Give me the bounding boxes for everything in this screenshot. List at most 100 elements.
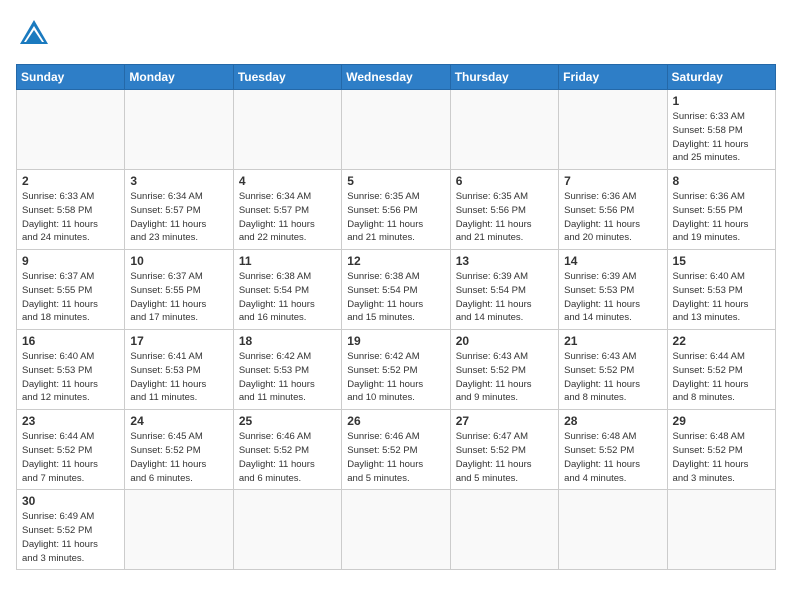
calendar-cell: 6 Sunrise: 6:35 AM Sunset: 5:56 PM Daylig…: [450, 170, 558, 250]
day-number: 25: [239, 414, 336, 428]
calendar-cell: 29 Sunrise: 6:48 AM Sunset: 5:52 PM Dayli…: [667, 410, 775, 490]
calendar-cell: 21 Sunrise: 6:43 AM Sunset: 5:52 PM Dayli…: [559, 330, 667, 410]
calendar-cell: 28Sunrise: 6:48 AM Sunset: 5:52 PM Dayli…: [559, 410, 667, 490]
day-number: 29: [673, 414, 770, 428]
calendar-cell: 2 Sunrise: 6:33 AM Sunset: 5:58 PM Daylig…: [17, 170, 125, 250]
day-info: Sunrise: 6:48 AM Sunset: 5:52 PM Dayligh…: [673, 430, 770, 485]
calendar-cell: [233, 90, 341, 170]
day-info: Sunrise: 6:43 AM Sunset: 5:52 PM Dayligh…: [456, 350, 553, 405]
calendar-cell: 4Sunrise: 6:34 AM Sunset: 5:57 PM Daylig…: [233, 170, 341, 250]
day-info: Sunrise: 6:46 AM Sunset: 5:52 PM Dayligh…: [239, 430, 336, 485]
day-info: Sunrise: 6:40 AM Sunset: 5:53 PM Dayligh…: [22, 350, 119, 405]
weekday-header-thursday: Thursday: [450, 65, 558, 90]
day-number: 16: [22, 334, 119, 348]
day-number: 18: [239, 334, 336, 348]
calendar-cell: 30 Sunrise: 6:49 AM Sunset: 5:52 PM Dayli…: [17, 490, 125, 570]
day-info: Sunrise: 6:36 AM Sunset: 5:55 PM Dayligh…: [673, 190, 770, 245]
day-info: Sunrise: 6:46 AM Sunset: 5:52 PM Dayligh…: [347, 430, 444, 485]
calendar-cell: [125, 490, 233, 570]
day-number: 21: [564, 334, 661, 348]
day-number: 12: [347, 254, 444, 268]
day-info: Sunrise: 6:40 AM Sunset: 5:53 PM Dayligh…: [673, 270, 770, 325]
day-number: 2: [22, 174, 119, 188]
day-info: Sunrise: 6:45 AM Sunset: 5:52 PM Dayligh…: [130, 430, 227, 485]
weekday-header-monday: Monday: [125, 65, 233, 90]
calendar-cell: 1 Sunrise: 6:33 AM Sunset: 5:58 PM Daylig…: [667, 90, 775, 170]
calendar-week-2: 9 Sunrise: 6:37 AM Sunset: 5:55 PM Daylig…: [17, 250, 776, 330]
day-number: 6: [456, 174, 553, 188]
day-info: Sunrise: 6:33 AM Sunset: 5:58 PM Dayligh…: [22, 190, 119, 245]
page-header: [16, 16, 776, 52]
calendar-cell: 12 Sunrise: 6:38 AM Sunset: 5:54 PM Dayli…: [342, 250, 450, 330]
calendar-cell: 14Sunrise: 6:39 AM Sunset: 5:53 PM Dayli…: [559, 250, 667, 330]
logo: [16, 16, 58, 52]
calendar-cell: 13 Sunrise: 6:39 AM Sunset: 5:54 PM Dayli…: [450, 250, 558, 330]
day-info: Sunrise: 6:47 AM Sunset: 5:52 PM Dayligh…: [456, 430, 553, 485]
calendar-cell: 9 Sunrise: 6:37 AM Sunset: 5:55 PM Daylig…: [17, 250, 125, 330]
day-info: Sunrise: 6:44 AM Sunset: 5:52 PM Dayligh…: [22, 430, 119, 485]
calendar-cell: 17Sunrise: 6:41 AM Sunset: 5:53 PM Dayli…: [125, 330, 233, 410]
day-number: 5: [347, 174, 444, 188]
calendar-table: SundayMondayTuesdayWednesdayThursdayFrid…: [16, 64, 776, 570]
day-info: Sunrise: 6:43 AM Sunset: 5:52 PM Dayligh…: [564, 350, 661, 405]
day-info: Sunrise: 6:48 AM Sunset: 5:52 PM Dayligh…: [564, 430, 661, 485]
calendar-week-5: 30 Sunrise: 6:49 AM Sunset: 5:52 PM Dayli…: [17, 490, 776, 570]
calendar-cell: 24 Sunrise: 6:45 AM Sunset: 5:52 PM Dayli…: [125, 410, 233, 490]
calendar-cell: 16 Sunrise: 6:40 AM Sunset: 5:53 PM Dayli…: [17, 330, 125, 410]
calendar-cell: 7Sunrise: 6:36 AM Sunset: 5:56 PM Daylig…: [559, 170, 667, 250]
weekday-header-tuesday: Tuesday: [233, 65, 341, 90]
day-info: Sunrise: 6:34 AM Sunset: 5:57 PM Dayligh…: [239, 190, 336, 245]
calendar-cell: 22Sunrise: 6:44 AM Sunset: 5:52 PM Dayli…: [667, 330, 775, 410]
day-number: 14: [564, 254, 661, 268]
calendar-week-0: 1 Sunrise: 6:33 AM Sunset: 5:58 PM Daylig…: [17, 90, 776, 170]
day-number: 1: [673, 94, 770, 108]
calendar-cell: 18Sunrise: 6:42 AM Sunset: 5:53 PM Dayli…: [233, 330, 341, 410]
calendar-cell: 23 Sunrise: 6:44 AM Sunset: 5:52 PM Dayli…: [17, 410, 125, 490]
day-info: Sunrise: 6:38 AM Sunset: 5:54 PM Dayligh…: [347, 270, 444, 325]
day-info: Sunrise: 6:49 AM Sunset: 5:52 PM Dayligh…: [22, 510, 119, 565]
weekday-header-saturday: Saturday: [667, 65, 775, 90]
calendar-cell: 11Sunrise: 6:38 AM Sunset: 5:54 PM Dayli…: [233, 250, 341, 330]
calendar-cell: [559, 490, 667, 570]
weekday-header-wednesday: Wednesday: [342, 65, 450, 90]
calendar-cell: [667, 490, 775, 570]
calendar-cell: 19 Sunrise: 6:42 AM Sunset: 5:52 PM Dayli…: [342, 330, 450, 410]
day-info: Sunrise: 6:37 AM Sunset: 5:55 PM Dayligh…: [130, 270, 227, 325]
day-number: 15: [673, 254, 770, 268]
day-number: 23: [22, 414, 119, 428]
day-info: Sunrise: 6:36 AM Sunset: 5:56 PM Dayligh…: [564, 190, 661, 245]
calendar-week-1: 2 Sunrise: 6:33 AM Sunset: 5:58 PM Daylig…: [17, 170, 776, 250]
day-info: Sunrise: 6:38 AM Sunset: 5:54 PM Dayligh…: [239, 270, 336, 325]
day-number: 13: [456, 254, 553, 268]
day-number: 22: [673, 334, 770, 348]
weekday-header-sunday: Sunday: [17, 65, 125, 90]
day-number: 19: [347, 334, 444, 348]
day-number: 17: [130, 334, 227, 348]
day-number: 24: [130, 414, 227, 428]
day-info: Sunrise: 6:33 AM Sunset: 5:58 PM Dayligh…: [673, 110, 770, 165]
day-number: 3: [130, 174, 227, 188]
calendar-cell: 10Sunrise: 6:37 AM Sunset: 5:55 PM Dayli…: [125, 250, 233, 330]
day-info: Sunrise: 6:35 AM Sunset: 5:56 PM Dayligh…: [347, 190, 444, 245]
day-info: Sunrise: 6:39 AM Sunset: 5:54 PM Dayligh…: [456, 270, 553, 325]
day-number: 27: [456, 414, 553, 428]
day-info: Sunrise: 6:42 AM Sunset: 5:52 PM Dayligh…: [347, 350, 444, 405]
calendar-cell: [342, 90, 450, 170]
calendar-week-3: 16 Sunrise: 6:40 AM Sunset: 5:53 PM Dayli…: [17, 330, 776, 410]
calendar-cell: [450, 90, 558, 170]
day-number: 26: [347, 414, 444, 428]
weekday-header-friday: Friday: [559, 65, 667, 90]
calendar-cell: [17, 90, 125, 170]
calendar-cell: 15 Sunrise: 6:40 AM Sunset: 5:53 PM Dayli…: [667, 250, 775, 330]
calendar-cell: 8 Sunrise: 6:36 AM Sunset: 5:55 PM Daylig…: [667, 170, 775, 250]
calendar-cell: 25 Sunrise: 6:46 AM Sunset: 5:52 PM Dayli…: [233, 410, 341, 490]
logo-icon: [16, 16, 52, 52]
calendar-cell: 5 Sunrise: 6:35 AM Sunset: 5:56 PM Daylig…: [342, 170, 450, 250]
day-number: 30: [22, 494, 119, 508]
day-info: Sunrise: 6:37 AM Sunset: 5:55 PM Dayligh…: [22, 270, 119, 325]
day-number: 9: [22, 254, 119, 268]
day-number: 8: [673, 174, 770, 188]
calendar-cell: 26 Sunrise: 6:46 AM Sunset: 5:52 PM Dayli…: [342, 410, 450, 490]
day-info: Sunrise: 6:35 AM Sunset: 5:56 PM Dayligh…: [456, 190, 553, 245]
calendar-cell: 20Sunrise: 6:43 AM Sunset: 5:52 PM Dayli…: [450, 330, 558, 410]
